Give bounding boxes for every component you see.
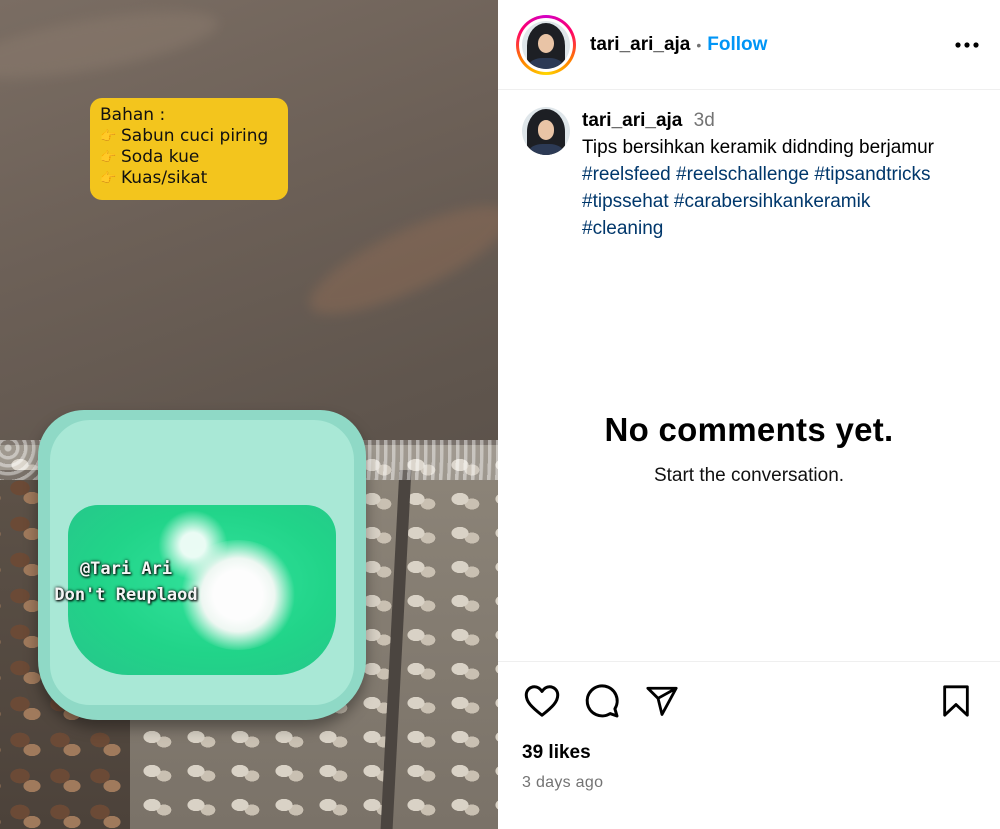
overlay-item-label: Kuas/sikat bbox=[121, 168, 208, 188]
overlay-item-label: Soda kue bbox=[121, 147, 200, 167]
post-header: tari_ari_aja • Follow bbox=[498, 0, 1000, 90]
header-username[interactable]: tari_ari_aja bbox=[590, 34, 690, 56]
overlay-title: Bahan : bbox=[100, 105, 166, 125]
overlay-item: 👉 Soda kue bbox=[100, 147, 278, 168]
caption-time[interactable]: 3d bbox=[694, 110, 715, 131]
follow-button[interactable]: Follow bbox=[707, 34, 767, 56]
overlay-item-label: Sabun cuci piring bbox=[121, 126, 269, 146]
share-icon[interactable] bbox=[642, 681, 682, 721]
avatar-face bbox=[537, 120, 555, 140]
wall-texture bbox=[297, 186, 498, 334]
action-bar bbox=[522, 662, 976, 740]
avatar-shirt bbox=[529, 144, 563, 155]
likes-count[interactable]: 39 likes bbox=[522, 742, 976, 764]
comments-section[interactable]: tari_ari_aja 3d Tips bersihkan keramik d… bbox=[498, 91, 1000, 661]
overlay-item: 👉 Kuas/sikat bbox=[100, 168, 278, 189]
heart-icon[interactable] bbox=[522, 681, 562, 721]
hashtag-link[interactable]: #reelschallenge bbox=[676, 164, 809, 185]
caption-meta: tari_ari_aja 3d bbox=[582, 107, 980, 134]
post-media[interactable]: Bahan : 👉 Sabun cuci piring 👉 Soda kue 👉… bbox=[0, 0, 498, 829]
avatar[interactable] bbox=[522, 107, 570, 155]
avatar[interactable] bbox=[522, 20, 570, 69]
empty-comments-title: No comments yet. bbox=[604, 411, 894, 448]
bookmark-icon[interactable] bbox=[936, 681, 976, 721]
watermark-line: Don't Reuplaod bbox=[54, 585, 198, 605]
caption-hashtags: #reelsfeed #reelschallenge #tipsandtrick… bbox=[582, 161, 980, 242]
caption-username[interactable]: tari_ari_aja bbox=[582, 110, 682, 131]
media-watermark: @Tari Ari Don't Reuplaod bbox=[46, 556, 206, 608]
hashtag-link[interactable]: #carabersihkankeramik bbox=[674, 191, 870, 212]
post-actions: 39 likes 3 days ago bbox=[498, 661, 1000, 792]
pointing-hand-icon: 👉 bbox=[100, 129, 117, 144]
wall-texture bbox=[0, 0, 223, 93]
caption-text-block: tari_ari_aja 3d Tips bersihkan keramik d… bbox=[582, 107, 980, 242]
hashtag-link[interactable]: #reelsfeed bbox=[582, 164, 671, 185]
empty-comments-state: No comments yet. Start the conversation. bbox=[498, 411, 1000, 487]
more-options-icon[interactable] bbox=[954, 32, 980, 58]
overlay-item: 👉 Sabun cuci piring bbox=[100, 126, 278, 147]
story-ring[interactable] bbox=[516, 14, 576, 75]
separator-dot: • bbox=[696, 36, 702, 53]
avatar-frame bbox=[519, 17, 573, 72]
hashtag-link[interactable]: #tipssehat bbox=[582, 191, 669, 212]
caption-text: Tips bersihkan keramik didnding berjamur bbox=[582, 137, 935, 158]
avatar-shirt bbox=[529, 57, 563, 69]
ingredients-overlay: Bahan : 👉 Sabun cuci piring 👉 Soda kue 👉… bbox=[90, 98, 288, 200]
empty-comments-subtitle: Start the conversation. bbox=[653, 465, 845, 486]
hashtag-link[interactable]: #tipsandtricks bbox=[814, 164, 930, 185]
pointing-hand-icon: 👉 bbox=[100, 150, 117, 165]
watermark-line: @Tari Ari bbox=[79, 559, 173, 579]
hashtag-link[interactable]: #cleaning bbox=[582, 218, 663, 239]
comment-icon[interactable] bbox=[582, 681, 622, 721]
pointing-hand-icon: 👉 bbox=[100, 171, 117, 186]
post-details-panel: tari_ari_aja • Follow tari_ari_aja 3d Ti… bbox=[498, 0, 1000, 829]
post-caption: tari_ari_aja 3d Tips bersihkan keramik d… bbox=[498, 91, 1000, 242]
post-timestamp[interactable]: 3 days ago bbox=[522, 774, 976, 792]
